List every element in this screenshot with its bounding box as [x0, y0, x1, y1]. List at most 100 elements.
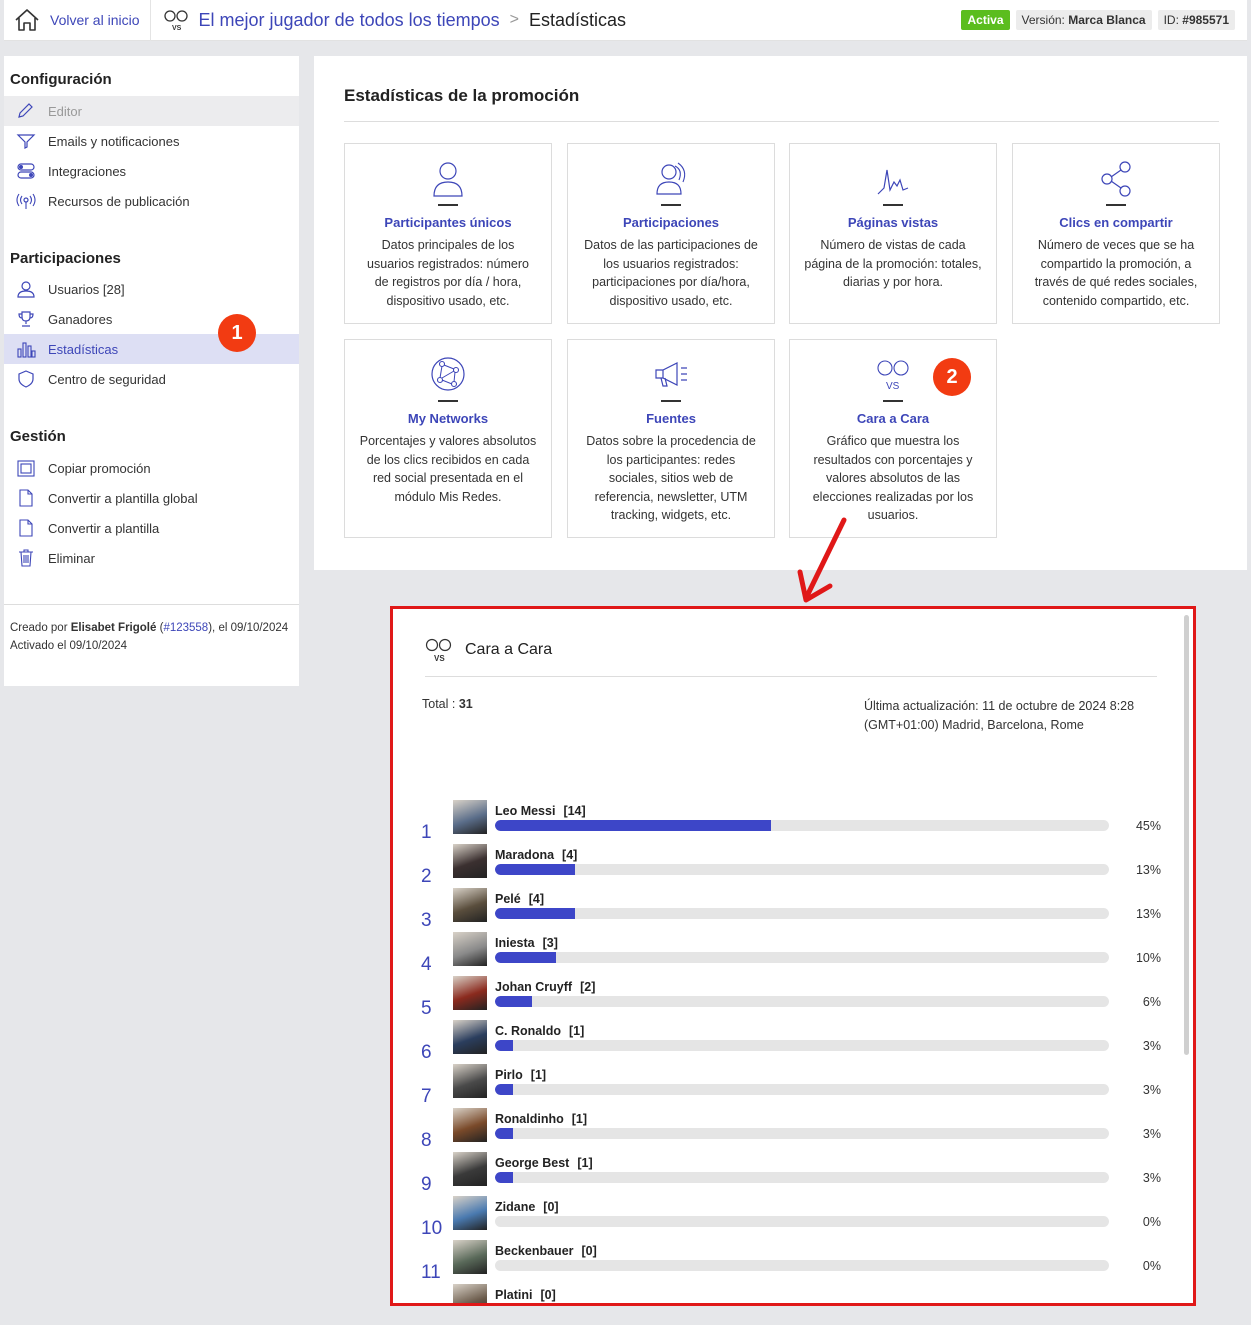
versus-icon: VS [877, 360, 909, 392]
document-icon [19, 489, 33, 507]
player-name: Leo Messi [14] [495, 804, 586, 818]
card-participations[interactable]: Participaciones Datos de las participaci… [567, 143, 775, 324]
created-on: ), el 09/10/2024 [208, 622, 289, 634]
percent-label: 3% [1142, 1127, 1161, 1141]
card-title: Participantes únicos [384, 215, 512, 230]
ranking-row: 2 Maradona [4] 13% [421, 844, 1161, 888]
player-avatar [453, 888, 487, 922]
card-my-networks[interactable]: My Networks Porcentajes y valores absolu… [344, 339, 552, 538]
sidebar-item-label: Centro de seguridad [48, 371, 166, 387]
ranking-row: 5 Johan Cruyff [2] 6% [421, 976, 1161, 1020]
vote-count: [1] [571, 1112, 588, 1126]
sidebar: Configuración Editor Emails y notificaci… [4, 56, 299, 686]
annotation-badge-1: 1 [218, 314, 256, 352]
megaphone-icon [655, 362, 687, 387]
copy-icon [17, 460, 35, 477]
progress-bar [495, 996, 532, 1007]
id-label: ID: [1163, 13, 1179, 27]
vote-count: [4] [528, 892, 544, 906]
player-name: Pelé [4] [495, 892, 544, 906]
percent-label: 45% [1135, 819, 1161, 833]
sidebar-item-global-template[interactable]: Convertir a plantilla global [4, 483, 299, 513]
player-avatar [453, 1284, 487, 1303]
status-badges: Activa Versión: Marca Blanca ID: #985571 [961, 10, 1247, 30]
sidebar-item-users[interactable]: Usuarios [28] [4, 274, 299, 304]
rank-number: 11 [421, 1262, 441, 1283]
rank-number: 9 [421, 1174, 432, 1195]
card-description: Número de veces que se ha compartido la … [1034, 238, 1198, 308]
divider [661, 400, 681, 402]
sidebar-item-label: Copiar promoción [48, 460, 151, 476]
percent-label: 3% [1142, 1171, 1161, 1185]
sidebar-item-label: Emails y notificaciones [48, 133, 180, 149]
vote-count: [1] [577, 1156, 593, 1170]
progress-bar [495, 820, 772, 831]
last-update: Última actualización: 11 de octubre de 2… [864, 699, 1135, 732]
player-avatar [453, 1240, 487, 1274]
sidebar-item-integrations[interactable]: Integraciones [4, 156, 299, 186]
user-icon [17, 281, 35, 298]
player-name: Zidane [0] [495, 1200, 559, 1214]
user-icon [433, 162, 463, 197]
status-badge: Activa [961, 10, 1010, 30]
home-icon[interactable] [14, 8, 40, 32]
divider [344, 121, 1219, 122]
divider [1106, 204, 1126, 206]
player-name-text: Pelé [495, 892, 521, 906]
sidebar-item-delete[interactable]: Eliminar [4, 543, 299, 573]
sidebar-item-template[interactable]: Convertir a plantilla [4, 513, 299, 543]
progress-track [495, 1260, 1109, 1271]
sidebar-item-label: Integraciones [48, 163, 127, 179]
percent-label: 6% [1142, 995, 1161, 1009]
head-to-head-results: VS Cara a Cara Total : 31 Última actuali… [390, 606, 1196, 1306]
card-page-views[interactable]: Páginas vistas Número de vistas de cada … [789, 143, 997, 324]
percent-label: 3% [1142, 1039, 1161, 1053]
percent-label: 13% [1135, 863, 1161, 877]
player-name: Beckenbauer [0] [495, 1244, 597, 1258]
card-share-clicks[interactable]: Clics en compartir Número de veces que s… [1012, 143, 1220, 324]
percent-label: 13% [1135, 907, 1161, 921]
trash-icon [19, 549, 33, 567]
sidebar-item-emails[interactable]: Emails y notificaciones [4, 126, 299, 156]
vote-count: [0] [581, 1244, 597, 1258]
home-link-area[interactable]: Volver al inicio [4, 0, 151, 41]
sidebar-item-resources[interactable]: Recursos de publicación [4, 186, 299, 216]
rank-number: 7 [421, 1086, 432, 1107]
rank-number: 6 [421, 1042, 432, 1063]
scrollbar[interactable] [1184, 615, 1189, 1055]
id-badge: ID: #985571 [1157, 10, 1235, 30]
player-name-text: Leo Messi [495, 804, 556, 818]
sidebar-item-security[interactable]: Centro de seguridad [4, 364, 299, 394]
author-id-link[interactable]: #123558 [163, 622, 208, 634]
progress-bar [495, 1128, 514, 1139]
card-sources[interactable]: Fuentes Datos sobre la procedencia de lo… [567, 339, 775, 538]
card-unique-participants[interactable]: Participantes únicos Datos principales d… [344, 143, 552, 324]
participations-heading: Participaciones [10, 250, 121, 267]
sidebar-item-editor[interactable]: Editor [4, 96, 299, 126]
card-title: Clics en compartir [1059, 215, 1173, 230]
player-name: Johan Cruyff [2] [495, 980, 595, 994]
player-avatar [453, 800, 487, 834]
player-name-text: Ronaldinho [495, 1112, 564, 1126]
statistics-panel: Estadísticas de la promoción Participant… [314, 56, 1247, 570]
progress-track [495, 996, 1109, 1007]
breadcrumb: VS El mejor jugador de todos los tiempos… [151, 8, 962, 32]
promo-title-link[interactable]: El mejor jugador de todos los tiempos [199, 10, 500, 31]
progress-track [495, 1128, 1109, 1139]
player-name: Iniesta [3] [495, 936, 558, 950]
progress-track [495, 864, 1109, 875]
card-description: Datos principales de los usuarios regist… [367, 238, 529, 308]
sidebar-item-label: Estadísticas [48, 341, 119, 357]
player-avatar [453, 976, 487, 1010]
home-link[interactable]: Volver al inicio [50, 12, 140, 28]
participations-icon [656, 162, 686, 195]
player-name: Platini [0] [495, 1288, 556, 1302]
svg-text:VS: VS [172, 25, 182, 32]
card-description: Datos de las participaciones de los usua… [584, 238, 758, 308]
rank-number: 3 [421, 910, 432, 931]
progress-bar [495, 864, 575, 875]
share-icon [1101, 161, 1131, 197]
rank-number: 8 [421, 1130, 432, 1151]
sidebar-item-copy[interactable]: Copiar promoción [4, 453, 299, 483]
rank-number: 2 [421, 866, 432, 887]
